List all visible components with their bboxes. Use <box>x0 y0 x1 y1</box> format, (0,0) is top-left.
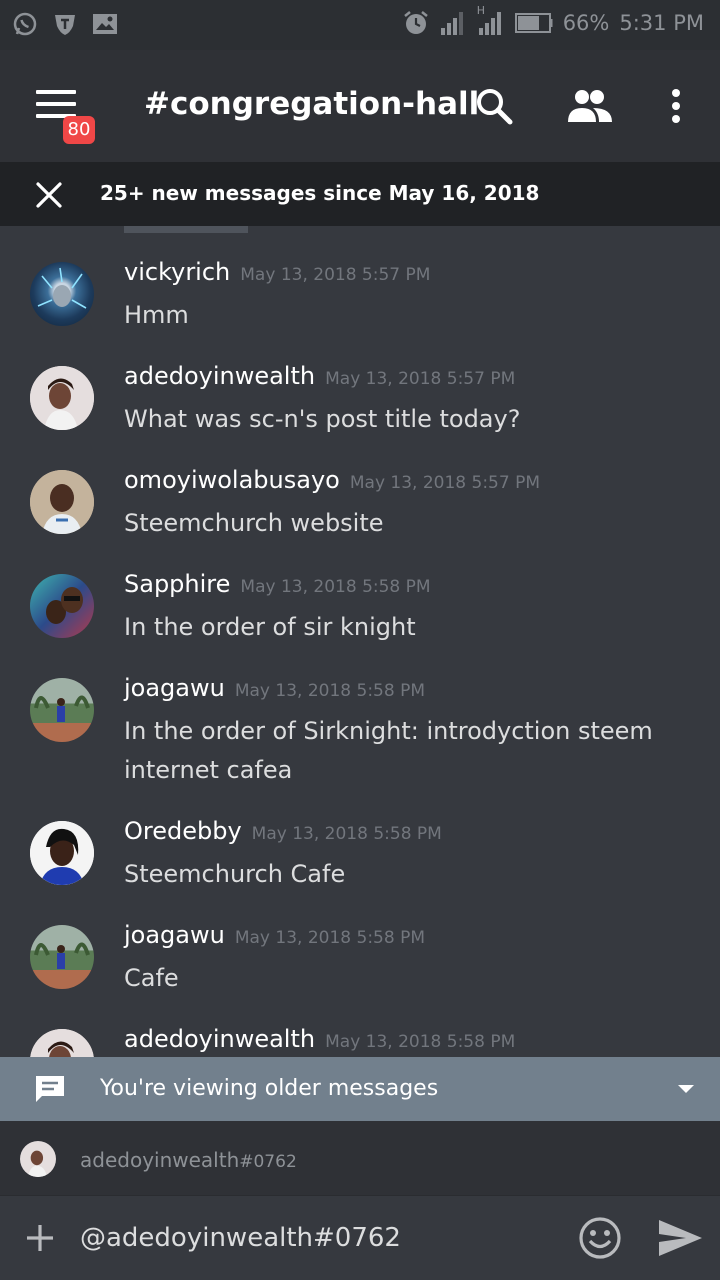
message-timestamp: May 13, 2018 5:57 PM <box>240 265 431 285</box>
message-author[interactable]: adedoyinwealth May 13, 2018 5:58 PM <box>124 1025 515 1053</box>
avatar[interactable] <box>30 678 94 742</box>
message-content: Hmm <box>124 301 189 329</box>
avatar[interactable] <box>30 262 94 326</box>
battery-percent: 66% <box>562 11 610 35</box>
chevron-down-icon[interactable] <box>678 1085 694 1093</box>
mention-discriminator: #0762 <box>239 1152 297 1172</box>
new-messages-bar[interactable]: 25+ new messages since May 16, 2018 <box>0 162 720 226</box>
message-author[interactable]: omoyiwolabusayo May 13, 2018 5:57 PM <box>124 466 540 494</box>
close-icon[interactable] <box>34 180 64 210</box>
members-button[interactable] <box>566 82 614 130</box>
message-content: What was sc-n's post title today? <box>124 405 521 433</box>
message-list[interactable]: vickyrich May 13, 2018 5:57 PM Hmm adedoy… <box>0 226 720 1057</box>
search-icon <box>477 89 513 125</box>
message-content: Cafe <box>124 964 179 992</box>
avatar[interactable] <box>30 821 94 885</box>
emoji-icon[interactable] <box>578 1216 622 1260</box>
message-composer <box>0 1195 720 1280</box>
message-author[interactable]: joagawu May 13, 2018 5:58 PM <box>124 921 425 949</box>
plus-icon[interactable] <box>22 1220 58 1256</box>
whatsapp-icon <box>13 12 37 36</box>
older-messages-text: You're viewing older messages <box>100 1076 439 1101</box>
shield-icon <box>55 15 75 35</box>
message-timestamp: May 13, 2018 5:57 PM <box>325 369 516 389</box>
message-content: Steemchurch website <box>124 509 384 537</box>
avatar <box>20 1141 56 1177</box>
avatar[interactable] <box>30 925 94 989</box>
avatar[interactable] <box>30 1029 94 1057</box>
message-author[interactable]: vickyrich May 13, 2018 5:57 PM <box>124 258 430 286</box>
message-content: Steemchurch Cafe <box>124 860 346 888</box>
image-icon <box>93 14 117 34</box>
older-messages-bar[interactable]: You're viewing older messages <box>0 1057 720 1121</box>
alarm-icon <box>403 11 428 34</box>
avatar[interactable] <box>30 574 94 638</box>
mention-username: adedoyinwealth#0762 <box>80 1148 297 1172</box>
members-icon <box>568 90 612 122</box>
message-timestamp: May 13, 2018 5:58 PM <box>251 824 442 844</box>
divider <box>124 226 248 233</box>
search-button[interactable] <box>470 82 518 130</box>
avatar[interactable] <box>30 470 94 534</box>
channel-title: #congregation-hall <box>144 86 480 122</box>
message-author[interactable]: joagawu May 13, 2018 5:58 PM <box>124 674 425 702</box>
message-content: In the order of sir knight <box>124 613 416 641</box>
message-timestamp: May 13, 2018 5:58 PM <box>240 577 431 597</box>
signal-h-icon: H <box>477 4 505 36</box>
unread-badge: 80 <box>63 116 95 144</box>
channel-header: 80 #congregation-hall <box>0 50 720 162</box>
message-input[interactable] <box>80 1220 550 1256</box>
send-icon[interactable] <box>656 1216 704 1260</box>
clock: 5:31 PM <box>619 11 704 35</box>
message-timestamp: May 13, 2018 5:58 PM <box>234 928 425 948</box>
message-content: In the order of Sirknight: introdyction … <box>124 717 653 784</box>
signal-icon <box>440 12 463 35</box>
message-author[interactable]: Oredebby May 13, 2018 5:58 PM <box>124 817 442 845</box>
chat-icon <box>36 1076 64 1102</box>
avatar[interactable] <box>30 366 94 430</box>
new-messages-text: 25+ new messages since May 16, 2018 <box>100 181 540 205</box>
battery-icon <box>514 13 553 33</box>
status-bar: H 66% 5:31 PM <box>0 0 720 50</box>
more-icon <box>672 89 680 123</box>
message-timestamp: May 13, 2018 5:58 PM <box>325 1032 516 1052</box>
message-author[interactable]: adedoyinwealth May 13, 2018 5:57 PM <box>124 362 515 390</box>
mention-suggestion[interactable]: adedoyinwealth#0762 <box>0 1121 720 1195</box>
message-timestamp: May 13, 2018 5:57 PM <box>349 473 541 493</box>
message-author[interactable]: Sapphire May 13, 2018 5:58 PM <box>124 570 431 598</box>
message-timestamp: May 13, 2018 5:58 PM <box>234 681 425 701</box>
more-options-button[interactable] <box>652 82 700 130</box>
